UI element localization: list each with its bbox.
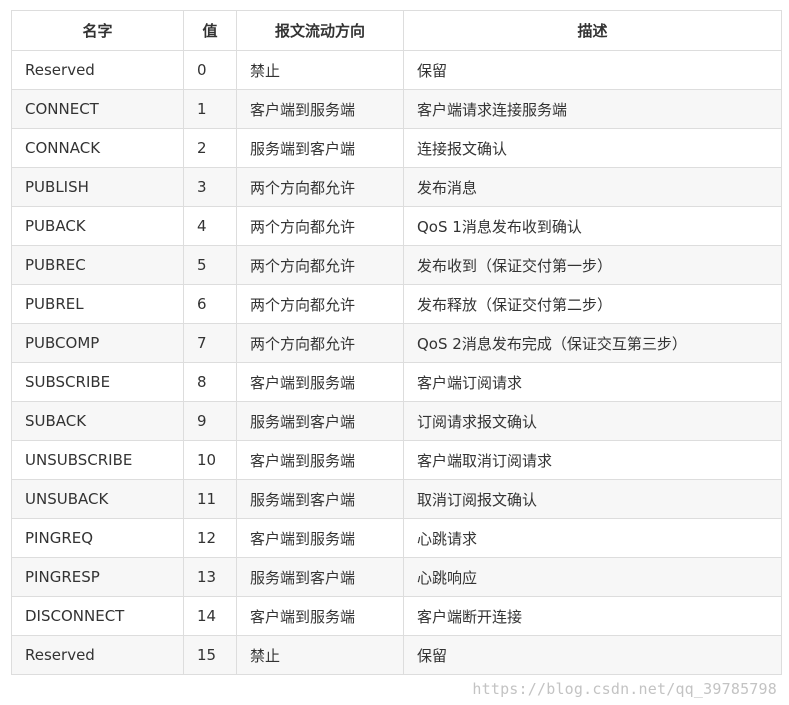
cell-description: 保留 [403, 50, 782, 90]
cell-value: 8 [183, 362, 237, 402]
cell-direction: 禁止 [236, 635, 404, 675]
table-row: PUBCOMP 7 两个方向都允许 QoS 2消息发布完成（保证交互第三步） [11, 323, 782, 363]
cell-name: CONNACK [11, 128, 184, 168]
header-description: 描述 [403, 10, 782, 51]
cell-value: 12 [183, 518, 237, 558]
table-header-row: 名字 值 报文流动方向 描述 [11, 10, 782, 51]
mqtt-packet-type-table: 名字 值 报文流动方向 描述 Reserved 0 禁止 保留 CONNECT 1 客户端到… [11, 10, 782, 675]
header-value: 值 [183, 10, 237, 51]
table-row: Reserved 15 禁止 保留 [11, 635, 782, 675]
cell-description: 心跳请求 [403, 518, 782, 558]
cell-direction: 客户端到服务端 [236, 362, 404, 402]
cell-name: UNSUBSCRIBE [11, 440, 184, 480]
cell-name: Reserved [11, 50, 184, 90]
cell-direction: 客户端到服务端 [236, 440, 404, 480]
cell-name: Reserved [11, 635, 184, 675]
cell-name: PINGREQ [11, 518, 184, 558]
cell-name: PUBACK [11, 206, 184, 246]
cell-description: 取消订阅报文确认 [403, 479, 782, 519]
cell-direction: 两个方向都允许 [236, 245, 404, 285]
table-row: SUBSCRIBE 8 客户端到服务端 客户端订阅请求 [11, 362, 782, 402]
cell-value: 1 [183, 89, 237, 129]
cell-name: PUBLISH [11, 167, 184, 207]
table-row: SUBACK 9 服务端到客户端 订阅请求报文确认 [11, 401, 782, 441]
cell-description: QoS 1消息发布收到确认 [403, 206, 782, 246]
cell-name: UNSUBACK [11, 479, 184, 519]
cell-description: 订阅请求报文确认 [403, 401, 782, 441]
cell-value: 3 [183, 167, 237, 207]
cell-description: 连接报文确认 [403, 128, 782, 168]
cell-value: 10 [183, 440, 237, 480]
cell-value: 13 [183, 557, 237, 597]
cell-description: 客户端取消订阅请求 [403, 440, 782, 480]
table-row: CONNECT 1 客户端到服务端 客户端请求连接服务端 [11, 89, 782, 129]
cell-value: 7 [183, 323, 237, 363]
cell-direction: 两个方向都允许 [236, 167, 404, 207]
cell-description: QoS 2消息发布完成（保证交互第三步） [403, 323, 782, 363]
table-body: Reserved 0 禁止 保留 CONNECT 1 客户端到服务端 客户端请求连接服务端 CO… [11, 50, 782, 675]
cell-description: 发布消息 [403, 167, 782, 207]
cell-value: 15 [183, 635, 237, 675]
table-row: Reserved 0 禁止 保留 [11, 50, 782, 90]
watermark: https://blog.csdn.net/qq_39785798 [472, 680, 777, 698]
table-row: PUBACK 4 两个方向都允许 QoS 1消息发布收到确认 [11, 206, 782, 246]
cell-direction: 服务端到客户端 [236, 557, 404, 597]
cell-value: 11 [183, 479, 237, 519]
table-row: PUBLISH 3 两个方向都允许 发布消息 [11, 167, 782, 207]
cell-description: 客户端请求连接服务端 [403, 89, 782, 129]
cell-name: SUBACK [11, 401, 184, 441]
cell-description: 心跳响应 [403, 557, 782, 597]
table-row: PINGRESP 13 服务端到客户端 心跳响应 [11, 557, 782, 597]
cell-description: 客户端断开连接 [403, 596, 782, 636]
cell-description: 发布收到（保证交付第一步） [403, 245, 782, 285]
cell-direction: 服务端到客户端 [236, 401, 404, 441]
table-row: PUBREL 6 两个方向都允许 发布释放（保证交付第二步） [11, 284, 782, 324]
cell-value: 9 [183, 401, 237, 441]
cell-description: 客户端订阅请求 [403, 362, 782, 402]
table-row: PINGREQ 12 客户端到服务端 心跳请求 [11, 518, 782, 558]
cell-direction: 两个方向都允许 [236, 323, 404, 363]
cell-name: PINGRESP [11, 557, 184, 597]
cell-name: PUBREL [11, 284, 184, 324]
cell-direction: 两个方向都允许 [236, 284, 404, 324]
cell-value: 6 [183, 284, 237, 324]
cell-direction: 服务端到客户端 [236, 128, 404, 168]
table-row: UNSUBACK 11 服务端到客户端 取消订阅报文确认 [11, 479, 782, 519]
cell-value: 5 [183, 245, 237, 285]
cell-value: 0 [183, 50, 237, 90]
header-direction: 报文流动方向 [236, 10, 404, 51]
cell-direction: 服务端到客户端 [236, 479, 404, 519]
cell-direction: 禁止 [236, 50, 404, 90]
cell-name: PUBREC [11, 245, 184, 285]
cell-direction: 客户端到服务端 [236, 518, 404, 558]
cell-name: DISCONNECT [11, 596, 184, 636]
header-name: 名字 [11, 10, 184, 51]
cell-name: CONNECT [11, 89, 184, 129]
cell-direction: 两个方向都允许 [236, 206, 404, 246]
cell-direction: 客户端到服务端 [236, 89, 404, 129]
cell-description: 保留 [403, 635, 782, 675]
table-row: DISCONNECT 14 客户端到服务端 客户端断开连接 [11, 596, 782, 636]
cell-value: 4 [183, 206, 237, 246]
cell-direction: 客户端到服务端 [236, 596, 404, 636]
cell-name: SUBSCRIBE [11, 362, 184, 402]
cell-name: PUBCOMP [11, 323, 184, 363]
table-row: PUBREC 5 两个方向都允许 发布收到（保证交付第一步） [11, 245, 782, 285]
page: 名字 值 报文流动方向 描述 Reserved 0 禁止 保留 CONNECT 1 客户端到… [0, 0, 789, 705]
cell-value: 14 [183, 596, 237, 636]
table-row: UNSUBSCRIBE 10 客户端到服务端 客户端取消订阅请求 [11, 440, 782, 480]
cell-description: 发布释放（保证交付第二步） [403, 284, 782, 324]
table-row: CONNACK 2 服务端到客户端 连接报文确认 [11, 128, 782, 168]
cell-value: 2 [183, 128, 237, 168]
